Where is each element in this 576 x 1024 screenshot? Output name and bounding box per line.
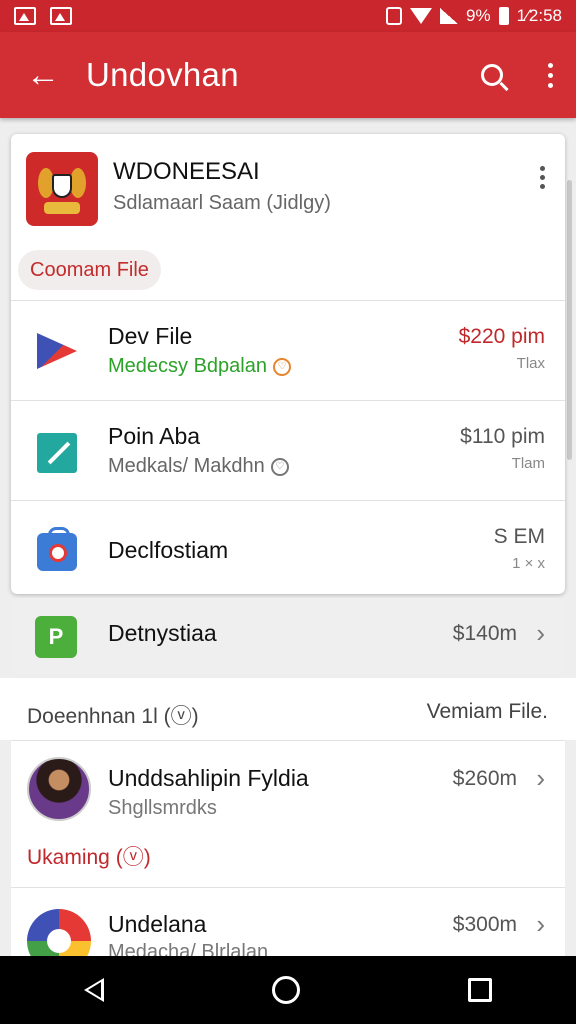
item-price: $300m bbox=[452, 913, 517, 936]
chevron-right-icon: › bbox=[536, 618, 545, 648]
section-header: Doeenhnan 1l (ⓥ) Vemiam File. bbox=[0, 678, 576, 740]
item-subtitle: Shgllsmrdks bbox=[108, 797, 217, 819]
app-bar: ← Undovhan bbox=[0, 32, 576, 118]
navigation-bar bbox=[0, 956, 576, 1024]
list-item[interactable]: Declfostiam S EM 1 × x bbox=[11, 500, 565, 600]
item-price: $220 pim bbox=[458, 325, 545, 348]
edit-icon bbox=[37, 433, 81, 473]
header-card: WDONEESAI Sdlamaarl Saam (Jidlgy) Coomam… bbox=[11, 134, 565, 594]
shopping-bag-icon bbox=[37, 527, 81, 573]
play-store-icon bbox=[37, 333, 81, 373]
list-section: Unddsahlipin Fyldia Shgllsmrdks $260m › … bbox=[11, 740, 565, 973]
vibrate-icon bbox=[386, 7, 403, 25]
divider bbox=[11, 887, 565, 888]
more-options-button[interactable] bbox=[524, 32, 576, 118]
item-title[interactable]: Undelana bbox=[108, 911, 206, 938]
arrow-left-icon: ← bbox=[26, 55, 60, 94]
clock: 1⁄2:58 bbox=[516, 6, 562, 25]
scrollbar[interactable] bbox=[567, 180, 572, 460]
list-item[interactable]: Poin Aba Medkals/ Makdhn ♡ $110 pim Tlam bbox=[11, 400, 565, 500]
avatar bbox=[27, 757, 91, 821]
card-subtitle: Sdlamaarl Saam (Jidlgy) bbox=[113, 192, 331, 214]
item-subtitle-text: Medkals/ Makdhn bbox=[108, 455, 265, 477]
battery-icon bbox=[498, 7, 509, 25]
gallery-icon bbox=[14, 7, 36, 25]
item-price: $260m bbox=[452, 767, 517, 790]
item-subtitle-text: Medecsy Bdpalan bbox=[108, 355, 267, 377]
item-price: $140m bbox=[452, 622, 517, 645]
item-meta: Tlax bbox=[516, 355, 545, 372]
chevron-right-icon[interactable]: › bbox=[536, 909, 545, 940]
search-icon bbox=[481, 64, 503, 86]
item-title: Dev File bbox=[108, 323, 193, 349]
card-title: WDONEESAI bbox=[113, 158, 260, 185]
card-more-button[interactable] bbox=[540, 166, 545, 189]
app-logo bbox=[26, 152, 98, 226]
item-title: Declfostiam bbox=[108, 537, 229, 563]
section-link[interactable]: Vemiam File. bbox=[427, 700, 548, 724]
item-title: Detnystiaa bbox=[108, 620, 217, 646]
page-title: Undovhan bbox=[86, 56, 239, 93]
upcoming-label: Ukaming (ⓥ) bbox=[27, 846, 151, 869]
search-button[interactable] bbox=[460, 32, 524, 118]
notification-icon bbox=[50, 7, 72, 25]
section-title: Doeenhnan 1l (ⓥ) bbox=[27, 705, 199, 728]
item-title[interactable]: Unddsahlipin Fyldia bbox=[108, 765, 309, 792]
wifi-icon bbox=[410, 8, 433, 24]
price-amount: $110 pim bbox=[460, 425, 545, 448]
nav-home-icon[interactable] bbox=[272, 976, 300, 1004]
item-price: S EM bbox=[493, 525, 545, 548]
item-meta: 1 × x bbox=[512, 555, 545, 572]
item-meta: Tlam bbox=[511, 455, 545, 472]
more-vert-icon bbox=[540, 166, 545, 171]
emblem-icon bbox=[38, 164, 86, 214]
list-item[interactable]: P Detnystiaa $140m › bbox=[11, 598, 565, 674]
item-title: Poin Aba bbox=[108, 423, 201, 449]
battery-percent: 9% bbox=[466, 6, 491, 25]
item-subtitle: Medkals/ Makdhn ♡ bbox=[108, 455, 289, 478]
nav-back-icon[interactable] bbox=[84, 978, 104, 1002]
back-button[interactable]: ← bbox=[0, 32, 86, 118]
list-item[interactable]: Dev File Medecsy Bdpalan ♡ $220 pim Tlax bbox=[11, 300, 565, 400]
item-price: $110 pim bbox=[460, 425, 545, 449]
card-header: WDONEESAI Sdlamaarl Saam (Jidlgy) Coomam… bbox=[11, 134, 565, 300]
signal-icon bbox=[440, 8, 459, 24]
nav-recents-icon[interactable] bbox=[468, 978, 492, 1002]
item-subtitle: Medecsy Bdpalan ♡ bbox=[108, 355, 291, 378]
category-chip[interactable]: Coomam File bbox=[18, 250, 161, 290]
parking-icon: P bbox=[35, 616, 77, 658]
heart-icon[interactable]: ♡ bbox=[272, 357, 291, 376]
heart-icon[interactable]: ♡ bbox=[270, 457, 289, 476]
status-bar: 9% 1⁄2:58 bbox=[0, 0, 576, 32]
more-vert-icon bbox=[547, 62, 553, 68]
chevron-right-icon[interactable]: › bbox=[536, 763, 545, 794]
